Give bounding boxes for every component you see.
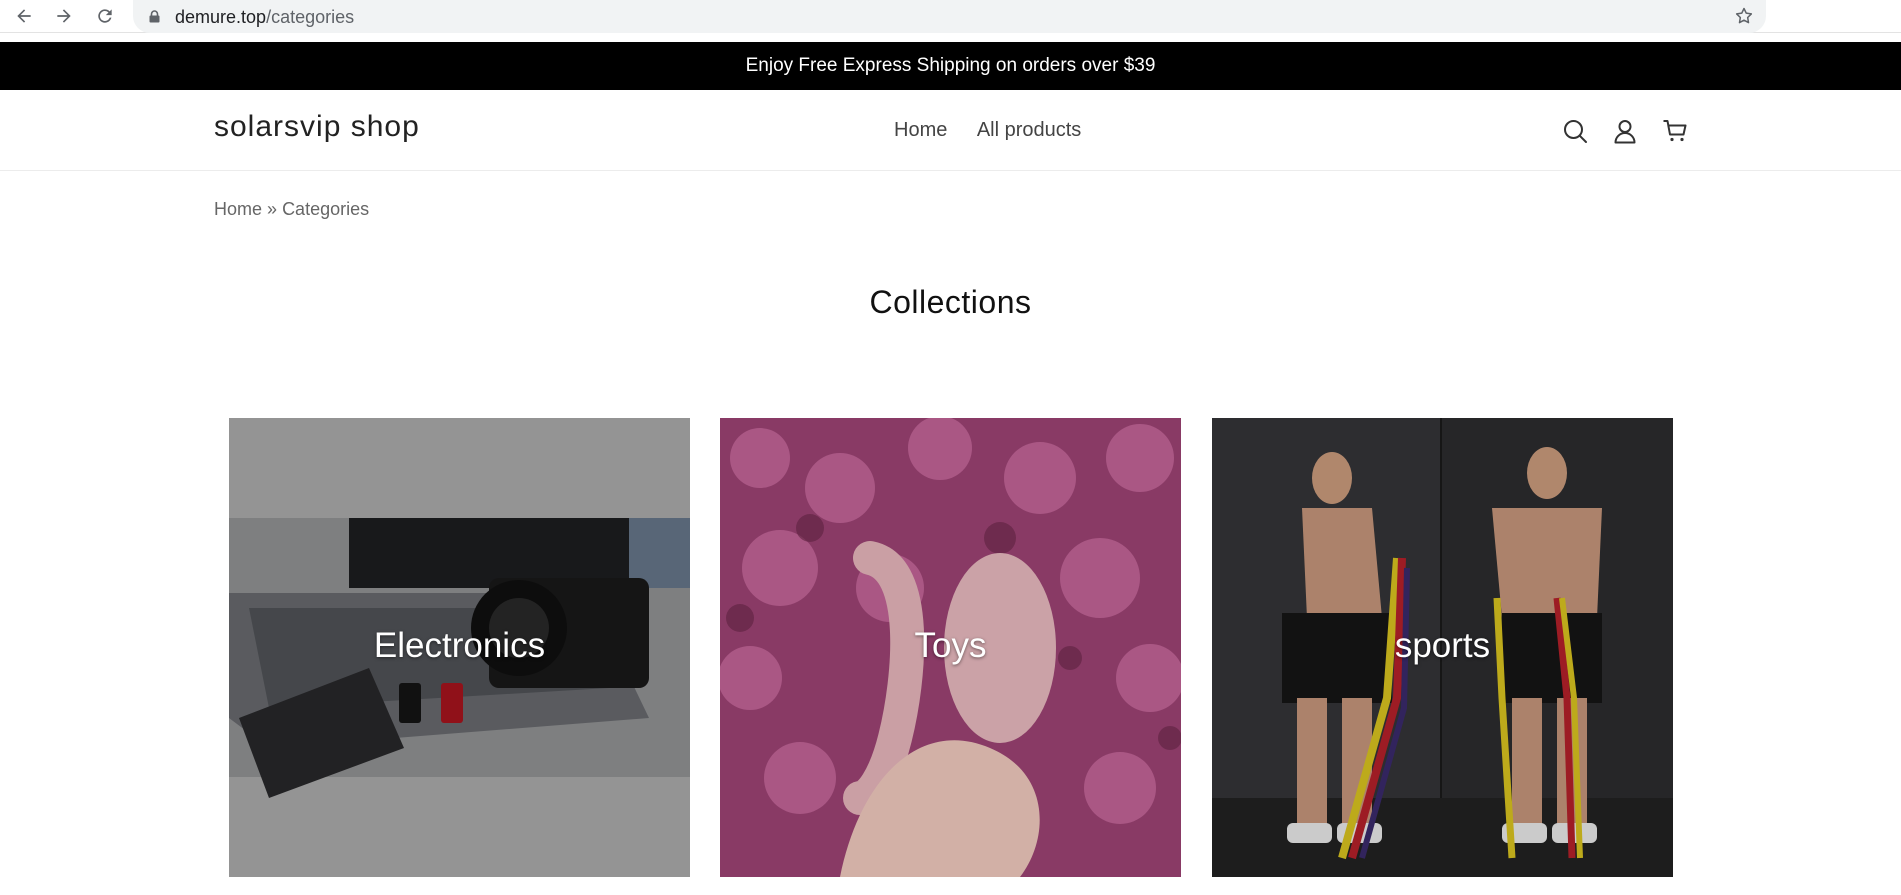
- url-domain: demure.top: [175, 7, 267, 27]
- collection-card-toys[interactable]: Toys: [720, 418, 1181, 877]
- cart-icon[interactable]: [1662, 118, 1688, 144]
- nav-link-home[interactable]: Home: [894, 119, 947, 141]
- reload-icon[interactable]: [95, 6, 115, 26]
- collection-card-sports[interactable]: sports: [1212, 418, 1673, 877]
- collection-label-sports: sports: [1394, 626, 1491, 665]
- back-arrow-icon[interactable]: [14, 6, 34, 26]
- bookmark-star-icon[interactable]: [1734, 6, 1754, 26]
- collection-label-electronics: Electronics: [373, 626, 546, 665]
- collection-label-toys: Toys: [914, 626, 987, 665]
- breadcrumb: Home » Categories: [214, 199, 369, 220]
- lock-icon: [149, 10, 160, 23]
- collection-card-electronics[interactable]: Electronics: [229, 418, 690, 877]
- announcement-bar: Enjoy Free Express Shipping on orders ov…: [0, 42, 1901, 90]
- forward-arrow-icon[interactable]: [54, 6, 74, 26]
- store-logo[interactable]: solarsvip shop: [214, 110, 420, 144]
- account-icon[interactable]: [1612, 118, 1638, 144]
- url-text: demure.top/categories: [175, 7, 354, 28]
- page-title: Collections: [869, 284, 1032, 320]
- breadcrumb-current: Categories: [282, 199, 370, 219]
- main-nav: Home All products: [894, 119, 1106, 142]
- url-path: /categories: [266, 7, 355, 27]
- site-header: solarsvip shop Home All products: [0, 90, 1901, 171]
- nav-link-all-products[interactable]: All products: [977, 119, 1082, 141]
- address-bar[interactable]: demure.top/categories: [133, 0, 1766, 33]
- breadcrumb-separator: »: [267, 199, 278, 219]
- search-icon[interactable]: [1562, 118, 1588, 144]
- browser-toolbar: demure.top/categories: [0, 0, 1901, 33]
- breadcrumb-home[interactable]: Home: [214, 199, 262, 219]
